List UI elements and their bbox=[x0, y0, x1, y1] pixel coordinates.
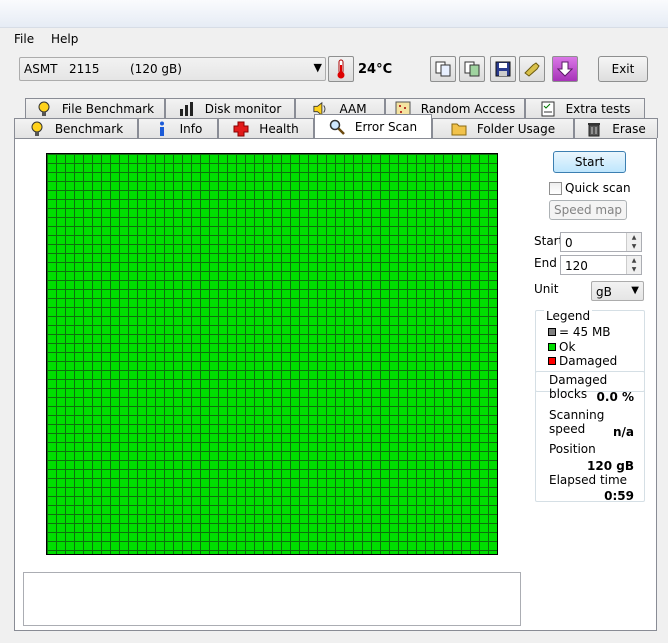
legend-item-block-size: = 45 MB bbox=[548, 325, 611, 339]
red-swatch bbox=[548, 357, 556, 365]
tab-label: Health bbox=[259, 121, 299, 136]
bar-chart-icon bbox=[179, 101, 195, 117]
unit-select[interactable]: gB ▼ bbox=[591, 281, 644, 301]
unit-field-label: Unit bbox=[534, 282, 559, 296]
chevron-down-icon: ▼ bbox=[313, 61, 322, 74]
scan-log-box[interactable] bbox=[23, 572, 521, 626]
quick-scan-label: Quick scan bbox=[565, 181, 631, 195]
menu-file[interactable]: File bbox=[14, 32, 34, 46]
legend-item-ok: Ok bbox=[548, 340, 575, 354]
copy-screenshot-icon bbox=[464, 61, 480, 77]
elapsed-time-value: 0:59 bbox=[604, 489, 634, 503]
info-icon bbox=[154, 121, 170, 137]
light-bulb-icon bbox=[29, 121, 45, 137]
elapsed-time-label: Elapsed time bbox=[549, 473, 628, 487]
start-field-label: Start bbox=[534, 234, 564, 248]
magnifier-icon bbox=[329, 119, 345, 135]
legend-label: Ok bbox=[559, 340, 576, 354]
end-position-value: 120 bbox=[565, 259, 588, 273]
exit-button[interactable]: Exit bbox=[598, 56, 648, 82]
tab-label: File Benchmark bbox=[61, 101, 155, 116]
tab-strip: File Benchmark Disk monitor AAM Random A… bbox=[14, 96, 658, 140]
scan-stats-box: Damaged blocks 0.0 % Scanning speed n/a … bbox=[535, 371, 645, 503]
tab-error-scan[interactable]: Error Scan bbox=[314, 114, 432, 138]
tab-label: Info bbox=[179, 121, 203, 136]
temperature-button[interactable] bbox=[328, 56, 354, 82]
tools-icon bbox=[524, 62, 540, 77]
spin-up-icon[interactable]: ▲ bbox=[627, 256, 641, 265]
drive-capacity: (120 gB) bbox=[130, 62, 182, 76]
toolbar: ASMT 2115 (120 gB) ▼ 24°C Exit bbox=[8, 50, 660, 88]
tab-label: Erase bbox=[612, 121, 646, 136]
tab-label: Benchmark bbox=[54, 121, 124, 136]
down-arrow-icon bbox=[557, 61, 573, 77]
tab-erase[interactable]: Erase bbox=[574, 118, 658, 138]
health-cross-icon bbox=[233, 121, 249, 137]
trash-can-icon bbox=[586, 121, 602, 137]
checklist-icon bbox=[540, 101, 556, 117]
legend-label: = 45 MB bbox=[559, 325, 611, 339]
unit-value: gB bbox=[596, 285, 612, 299]
tab-extra-tests[interactable]: Extra tests bbox=[525, 98, 645, 118]
tab-label: Folder Usage bbox=[476, 121, 556, 136]
tab-label: Error Scan bbox=[354, 119, 418, 134]
tab-disk-monitor[interactable]: Disk monitor bbox=[165, 98, 295, 118]
menu-bar: File Help bbox=[8, 28, 660, 50]
thermometer-icon bbox=[337, 59, 345, 79]
title-bar bbox=[0, 0, 668, 28]
spin-up-icon[interactable]: ▲ bbox=[627, 233, 641, 242]
end-position-spinner[interactable]: 120 ▲ ▼ bbox=[560, 255, 642, 275]
floppy-disk-icon bbox=[495, 61, 511, 77]
quick-scan-option[interactable]: Quick scan bbox=[549, 180, 631, 196]
drive-model: ASMT 2115 bbox=[24, 62, 100, 76]
end-field-label: End bbox=[534, 256, 557, 270]
copy-info-button[interactable] bbox=[430, 56, 456, 82]
scanning-speed-value: n/a bbox=[612, 425, 634, 439]
spin-down-icon[interactable]: ▼ bbox=[627, 242, 641, 251]
error-scan-panel: Start Quick scan Speed map Start 0 ▲ ▼ En… bbox=[14, 138, 657, 631]
options-button[interactable] bbox=[519, 56, 545, 82]
gray-swatch bbox=[548, 328, 556, 336]
legend-label: Damaged bbox=[559, 354, 618, 368]
tab-health[interactable]: Health bbox=[218, 118, 314, 138]
tab-label: Extra tests bbox=[565, 101, 631, 116]
damaged-blocks-value: 0.0 % bbox=[596, 390, 634, 404]
start-scan-button[interactable]: Start bbox=[553, 151, 626, 173]
chevron-down-icon: ▼ bbox=[631, 285, 639, 296]
light-bulb-icon bbox=[36, 101, 52, 117]
hd-tune-window: File Help ASMT 2115 (120 gB) ▼ 24°C Exit… bbox=[0, 0, 668, 643]
tab-benchmark[interactable]: Benchmark bbox=[14, 118, 138, 138]
copy-screenshot-button[interactable] bbox=[459, 56, 485, 82]
tab-label: Disk monitor bbox=[204, 101, 282, 116]
tab-file-benchmark[interactable]: File Benchmark bbox=[25, 98, 165, 118]
save-button[interactable] bbox=[490, 56, 516, 82]
window-frame-edge bbox=[0, 88, 8, 643]
speed-map-button[interactable]: Speed map bbox=[549, 200, 627, 220]
tab-label: Random Access bbox=[420, 101, 516, 116]
block-map-grid bbox=[46, 153, 498, 555]
start-position-spinner[interactable]: 0 ▲ ▼ bbox=[560, 232, 642, 252]
tab-folder-usage[interactable]: Folder Usage bbox=[432, 118, 574, 138]
tab-info[interactable]: Info bbox=[138, 118, 218, 138]
green-swatch bbox=[548, 343, 556, 351]
copy-icon bbox=[435, 61, 451, 77]
menu-help[interactable]: Help bbox=[51, 32, 78, 46]
start-position-value: 0 bbox=[565, 236, 573, 250]
download-update-button[interactable] bbox=[552, 56, 578, 82]
legend-title: Legend bbox=[544, 309, 593, 323]
quick-scan-checkbox[interactable] bbox=[549, 181, 562, 195]
legend-item-damaged: Damaged bbox=[548, 354, 617, 368]
position-value: 120 gB bbox=[587, 459, 634, 473]
folder-icon bbox=[451, 121, 467, 137]
temperature-readout: 24°C bbox=[358, 62, 393, 77]
position-label: Position bbox=[549, 442, 596, 456]
spin-down-icon[interactable]: ▼ bbox=[627, 265, 641, 274]
drive-select[interactable]: ASMT 2115 (120 gB) ▼ bbox=[19, 57, 326, 81]
